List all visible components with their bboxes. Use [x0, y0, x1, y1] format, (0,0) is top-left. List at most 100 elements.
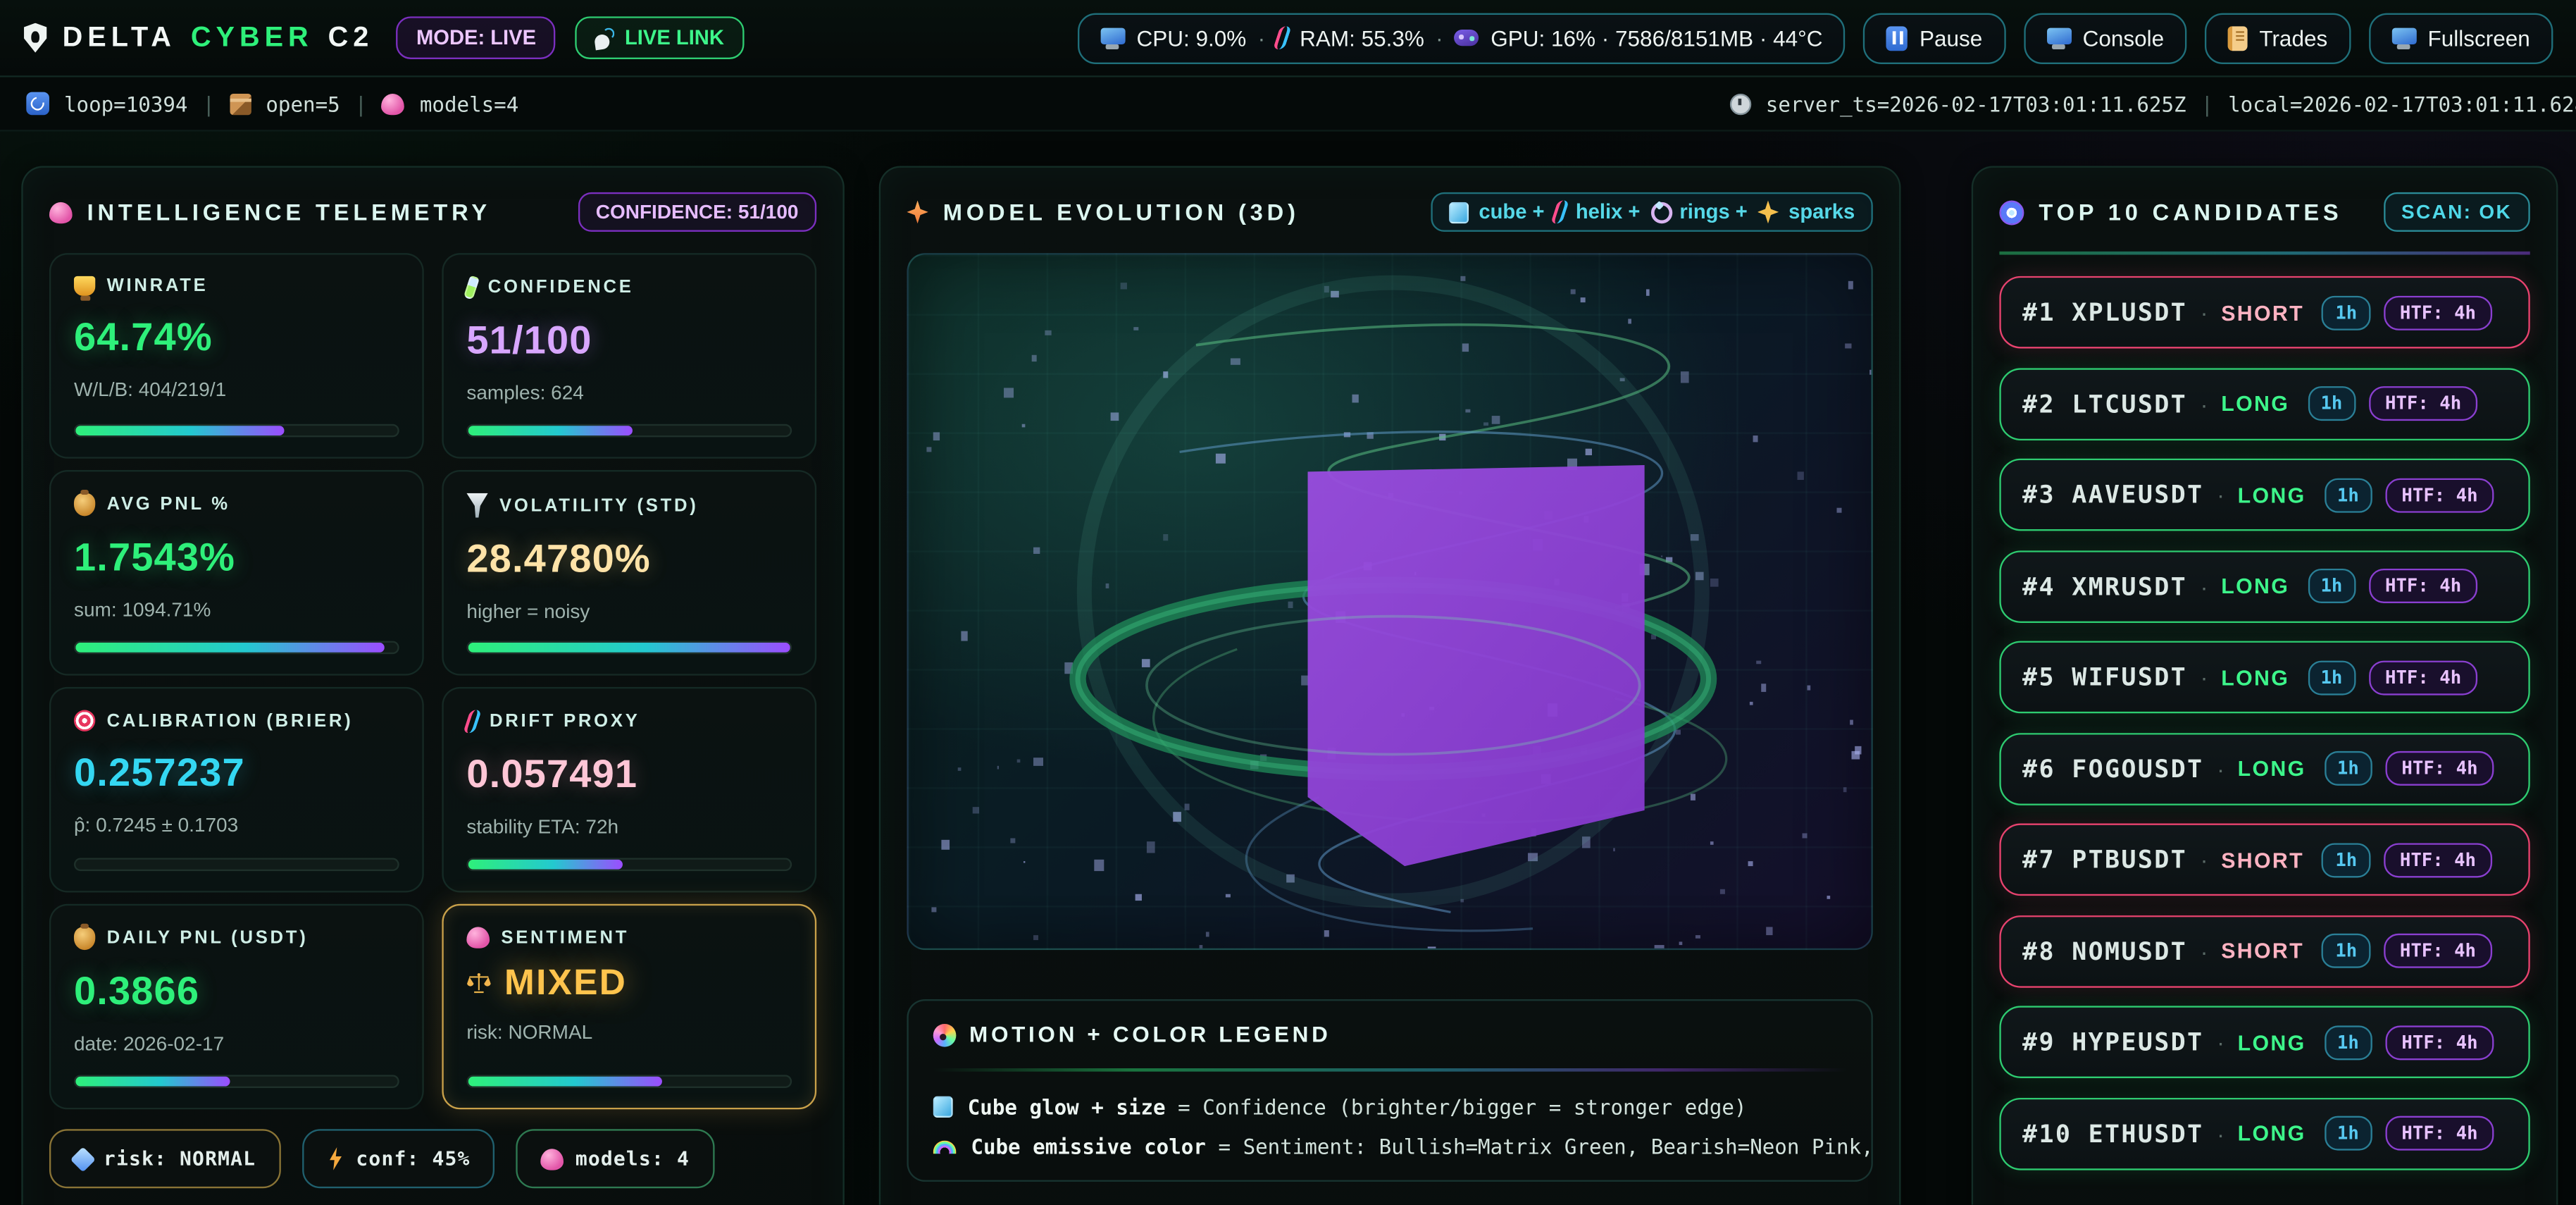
- tornado-icon: [466, 493, 487, 518]
- scan-status-badge: SCAN: OK: [2383, 192, 2530, 232]
- card-value: 51/100: [466, 319, 792, 364]
- local-timestamp: local=2026-02-17T03:01:11.628Z: [2228, 91, 2576, 116]
- calibration-card: CALIBRATION (BRIER) 0.257237 p̂: 0.7245 …: [49, 687, 424, 893]
- fullscreen-label: Fullscreen: [2427, 25, 2530, 50]
- candidate-side-label: SHORT: [2221, 300, 2304, 325]
- candidate-row[interactable]: #5 WIFUSDT · LONG 1h HTF: 4h: [1999, 641, 2530, 714]
- card-value: 64.74%: [74, 316, 399, 362]
- volatility-card: VOLATILITY (STD) 28.4780% higher = noisy: [442, 470, 816, 676]
- money-bag-icon: [74, 927, 95, 950]
- monitor-icon: [2391, 27, 2416, 48]
- model-evolution-3d-viewport[interactable]: [907, 253, 1872, 950]
- palette-icon: [933, 1023, 957, 1046]
- candidate-separator: ·: [2201, 664, 2208, 690]
- progress-bar: [74, 424, 399, 438]
- ram-stat: RAM: 55.3%: [1300, 25, 1424, 50]
- candidate-rank-symbol: #10 ETHUSDT: [2022, 1118, 2203, 1148]
- card-label: AVG PNL %: [107, 495, 230, 514]
- htf-chip: HTF: 4h: [2384, 295, 2493, 330]
- timeframe-chip: 1h: [2324, 478, 2372, 512]
- dna-icon: [1550, 201, 1569, 224]
- candidate-rank-symbol: #6 FOGOUSDT: [2022, 753, 2203, 783]
- candidates-title: TOP 10 CANDIDATES: [2039, 199, 2342, 225]
- status-separator: |: [355, 91, 368, 116]
- risk-chip-label: risk: NORMAL: [104, 1147, 256, 1170]
- package-icon: [230, 93, 251, 114]
- loop-count: loop=10394: [64, 91, 188, 116]
- timeframe-chip: 1h: [2308, 660, 2356, 694]
- live-link-chip: LIVE LINK: [575, 16, 744, 59]
- card-subtext: samples: 624: [466, 381, 792, 404]
- shield-icon: [23, 23, 48, 53]
- cpu-stat: CPU: 9.0%: [1137, 25, 1247, 50]
- candidate-separator: ·: [2201, 846, 2208, 872]
- brand-word-1: DELTA: [63, 21, 176, 54]
- mode-live-chip: MODE: LIVE: [397, 16, 556, 59]
- candidate-rank-symbol: #8 NOMUSDT: [2022, 936, 2187, 965]
- candidate-row[interactable]: #7 PTBUSDT · SHORT 1h HTF: 4h: [1999, 823, 2530, 896]
- candidates-list: #1 XPLUSDT · SHORT 1h HTF: 4h #2 LTCUSDT…: [1999, 276, 2530, 1170]
- timeframe-chip: 1h: [2324, 1025, 2372, 1059]
- console-label: Console: [2083, 25, 2165, 50]
- server-timestamp: server_ts=2026-02-17T03:01:11.625Z: [1766, 91, 2186, 116]
- main-content: INTELLIGENCE TELEMETRY CONFIDENCE: 51/10…: [21, 132, 2576, 1205]
- ring-icon: [1650, 202, 1669, 223]
- candidate-row[interactable]: #2 LTCUSDT · LONG 1h HTF: 4h: [1999, 367, 2530, 440]
- brand-word-2: CYBER: [191, 21, 313, 54]
- timeframe-chip: 1h: [2322, 934, 2370, 968]
- candidate-side-label: LONG: [2221, 574, 2289, 598]
- scene-legend-badge: cube + helix + rings + sparks: [1431, 192, 1873, 232]
- htf-chip: HTF: 4h: [2369, 386, 2478, 421]
- progress-bar: [466, 1075, 792, 1088]
- candidate-side-label: LONG: [2238, 483, 2306, 507]
- candidate-rank-symbol: #9 HYPEUSDT: [2022, 1027, 2203, 1057]
- candidate-row[interactable]: #1 XPLUSDT · SHORT 1h HTF: 4h: [1999, 276, 2530, 349]
- candidate-row[interactable]: #9 HYPEUSDT · LONG 1h HTF: 4h: [1999, 1006, 2530, 1078]
- legend-header: MOTION + COLOR LEGEND: [933, 1022, 1847, 1047]
- live-link-label: LIVE LINK: [625, 26, 724, 49]
- model-cube: [1308, 465, 1645, 866]
- telemetry-chips-row: risk: NORMAL conf: 45% models: 4: [49, 1129, 816, 1188]
- timeframe-chip: 1h: [2322, 295, 2370, 330]
- legend-title: MOTION + COLOR LEGEND: [969, 1022, 1331, 1047]
- target-circle-icon: [1999, 199, 2024, 224]
- brand: DELTA CYBER C2: [23, 21, 374, 54]
- open-count: open=5: [266, 91, 340, 116]
- clock-icon: [1729, 93, 1750, 114]
- card-value: 1.7543%: [74, 536, 399, 581]
- trophy-icon: [74, 276, 95, 296]
- conf-chip: conf: 45%: [301, 1129, 494, 1188]
- card-label: DAILY PNL (USDT): [107, 929, 309, 948]
- candidate-rank-symbol: #3 AAVEUSDT: [2022, 480, 2203, 509]
- confidence-badge: CONFIDENCE: 51/100: [578, 192, 816, 232]
- drift-proxy-card: DRIFT PROXY 0.057491 stability ETA: 72h: [442, 687, 816, 893]
- brain-icon: [382, 93, 405, 114]
- candidate-separator: ·: [2201, 573, 2208, 599]
- htf-chip: HTF: 4h: [2385, 1025, 2494, 1059]
- status-separator: |: [2201, 91, 2214, 116]
- candidate-rank-symbol: #4 XMRUSDT: [2022, 571, 2187, 600]
- fullscreen-button[interactable]: Fullscreen: [2369, 12, 2553, 63]
- candidate-row[interactable]: #10 ETHUSDT · LONG 1h HTF: 4h: [1999, 1097, 2530, 1170]
- confidence-card: CONFIDENCE 51/100 samples: 624: [442, 253, 816, 459]
- card-subtext: sum: 1094.71%: [74, 598, 399, 622]
- card-label: SENTIMENT: [501, 928, 629, 948]
- candidate-side-label: LONG: [2238, 1121, 2306, 1146]
- candidate-row[interactable]: #8 NOMUSDT · SHORT 1h HTF: 4h: [1999, 915, 2530, 987]
- loop-icon: [26, 92, 49, 116]
- model-evolution-panel: MODEL EVOLUTION (3D) cube + helix + ring…: [879, 166, 1901, 1205]
- candidate-row[interactable]: #4 XMRUSDT · LONG 1h HTF: 4h: [1999, 550, 2530, 622]
- pause-button[interactable]: Pause: [1864, 12, 2005, 63]
- system-stats-pill: CPU: 9.0% · RAM: 55.3% · GPU: 16% · 7586…: [1078, 12, 1846, 63]
- candidate-rank-symbol: #1 XPLUSDT: [2022, 297, 2187, 327]
- candidate-row[interactable]: #3 AAVEUSDT · LONG 1h HTF: 4h: [1999, 459, 2530, 531]
- trades-button[interactable]: Trades: [2205, 12, 2350, 63]
- candidate-rank-symbol: #5 WIFUSDT: [2022, 662, 2187, 692]
- htf-chip: HTF: 4h: [2384, 934, 2493, 968]
- candidate-side-label: LONG: [2238, 756, 2306, 781]
- console-button[interactable]: Console: [2024, 12, 2187, 63]
- progress-bar: [74, 858, 399, 871]
- candidate-side-label: LONG: [2238, 1030, 2306, 1054]
- candidate-separator: ·: [2217, 1029, 2225, 1055]
- candidate-row[interactable]: #6 FOGOUSDT · LONG 1h HTF: 4h: [1999, 732, 2530, 805]
